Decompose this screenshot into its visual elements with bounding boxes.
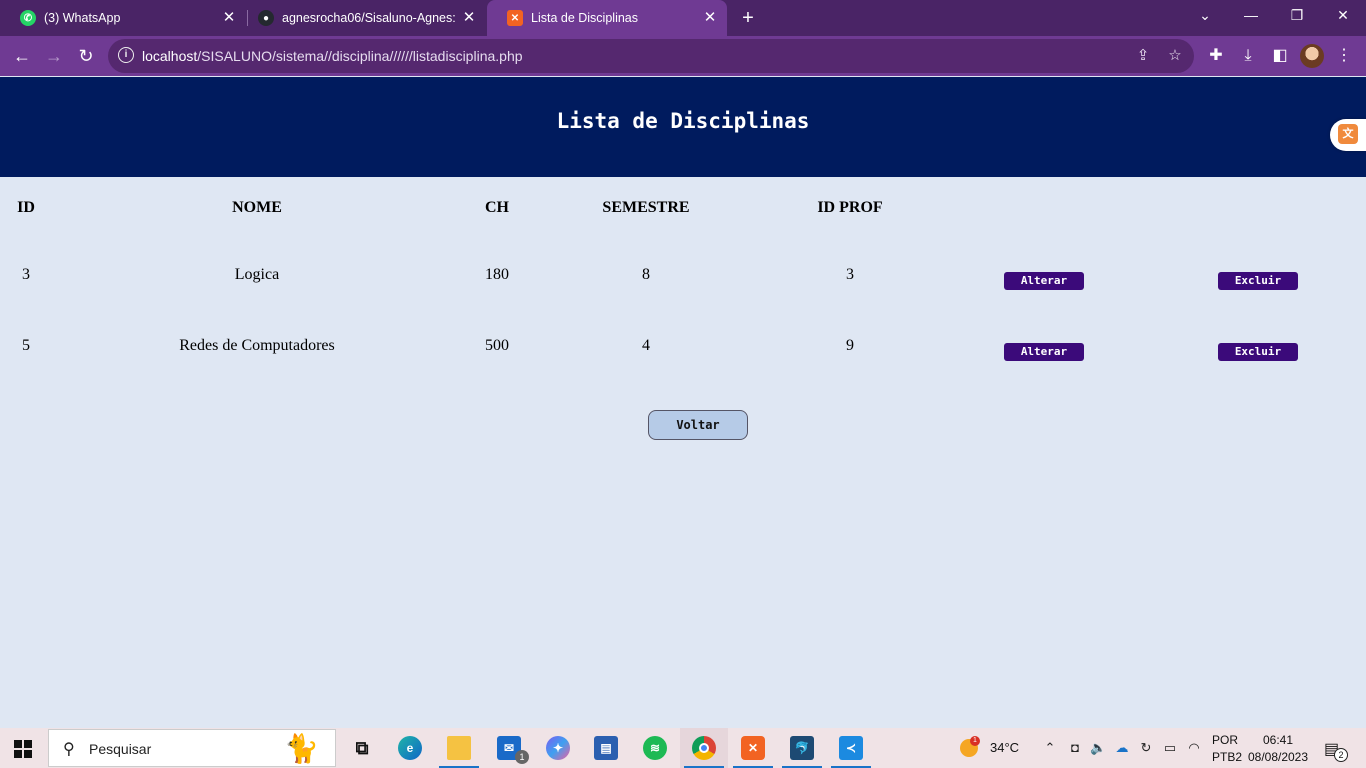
alterar-button[interactable]: Alterar [1004,272,1084,290]
weather-badge: 1 [970,736,980,746]
chevron-up-icon[interactable]: ⌃ [1042,740,1058,756]
chrome-icon[interactable] [680,728,728,768]
mail-badge: 1 [515,750,529,764]
news-app-icon[interactable]: ▤ [582,728,630,768]
search-icon: ⚲ [63,741,75,758]
language-code: POR [1212,733,1239,747]
browser-toolbar: ← → ↻ i localhost/SISALUNO/sistema//disc… [0,36,1366,76]
share-icon[interactable]: ⇪ [1134,47,1152,65]
bookmark-star-icon[interactable]: ☆ [1166,47,1184,65]
clock[interactable]: 06:41 08/08/2023 [1246,728,1310,768]
spotify-icon[interactable]: ≋ [631,728,679,768]
url-path: /SISALUNO/sistema//disciplina//////lista… [197,48,523,64]
windows-start-icon[interactable] [14,740,32,758]
table-cell-id: 3 [22,266,30,283]
translate-icon: 文 [1338,124,1358,144]
search-placeholder: Pesquisar [89,741,152,757]
meet-camera-icon[interactable]: ◘ [1067,740,1083,756]
volume-icon[interactable]: 🔈 [1090,740,1106,756]
profile-avatar[interactable] [1300,44,1324,68]
table-cell-semestre: 8 [642,266,650,283]
close-tab-icon[interactable]: ✕ [460,9,478,27]
voltar-button[interactable]: Voltar [648,410,748,440]
column-header-nome: NOME [232,199,282,216]
windows-taskbar: ⚲ Pesquisar 🐈 ⧉ e ✉ 1 ✦ ▤ ≋ ✕ 🐬 ≺ 1 34°C … [0,728,1366,768]
back-arrow-icon[interactable]: ← [10,44,34,68]
download-icon[interactable]: ⤓ [1236,44,1260,68]
tab-title: agnesrocha06/Sisaluno-Agnes: R [282,11,457,25]
table-cell-id: 5 [22,337,30,354]
xampp-icon: ✕ [507,10,523,26]
tab-lista-disciplinas[interactable]: ✕ Lista de Disciplinas ✕ [487,0,727,36]
column-header-semestre: SEMESTRE [602,199,690,216]
tab-title: Lista de Disciplinas [531,11,638,25]
table-cell-nome: Logica [234,266,280,283]
column-header-id-prof: ID PROF [817,199,883,216]
column-header-ch: CH [485,199,509,216]
cat-search-highlight-icon: 🐈 [284,733,319,764]
battery-icon[interactable]: ▭ [1162,740,1178,756]
extensions-puzzle-icon[interactable]: ✚ [1204,44,1228,68]
weather-temperature: 34°C [990,740,1020,755]
keyboard-layout: PTB2 [1212,750,1243,764]
notification-center[interactable]: ▤ 2 [1320,728,1350,768]
file-explorer-icon[interactable] [435,728,483,768]
tab-search-icon[interactable]: ⌄ [1182,0,1228,30]
new-tab-button[interactable]: + [736,6,760,30]
mysql-workbench-icon[interactable]: 🐬 [778,728,826,768]
tab-title: (3) WhatsApp [44,11,121,25]
clock-date: 08/08/2023 [1247,750,1309,764]
edge-icon[interactable]: e [386,728,434,768]
language-indicator[interactable]: POR PTB2 [1210,728,1250,768]
table-cell-id-prof: 9 [846,337,854,354]
xampp-taskbar-icon[interactable]: ✕ [729,728,777,768]
close-tab-icon[interactable]: ✕ [701,9,719,27]
vscode-icon[interactable]: ≺ [827,728,875,768]
excluir-button[interactable]: Excluir [1218,343,1298,361]
reload-icon[interactable]: ↻ [74,44,98,68]
task-view-icon[interactable]: ⧉ [338,728,386,768]
side-panel-icon[interactable]: ◧ [1268,44,1292,68]
url-host: localhost [142,48,198,64]
weather-widget[interactable]: 1 34°C [958,728,1028,768]
wifi-icon[interactable]: ◠ [1186,740,1202,756]
table-cell-id-prof: 3 [846,266,854,283]
translate-extension-badge[interactable]: 文 [1330,119,1366,151]
table-cell-semestre: 4 [642,337,650,354]
mail-icon[interactable]: ✉ 1 [485,728,533,768]
taskbar-search-input[interactable]: ⚲ Pesquisar 🐈 [48,729,336,767]
site-info-icon[interactable]: i [118,47,134,63]
copilot-icon[interactable]: ✦ [534,728,582,768]
notification-count: 2 [1334,748,1348,762]
table-cell-ch: 500 [485,337,509,354]
close-window-button[interactable]: ✕ [1320,0,1366,30]
excluir-button[interactable]: Excluir [1218,272,1298,290]
network-sync-icon[interactable]: ↻ [1138,740,1154,756]
restore-button[interactable]: ❐ [1274,0,1320,30]
menu-kebab-icon[interactable]: ⋮ [1332,44,1356,68]
address-bar[interactable]: i localhost/SISALUNO/sistema//disciplina… [108,39,1194,73]
github-icon: ● [258,10,274,26]
onedrive-cloud-icon[interactable]: ☁ [1114,740,1130,756]
tab-whatsapp[interactable]: ✆ (3) WhatsApp ✕ [0,0,246,36]
table-cell-nome: Redes de Computadores [179,337,335,354]
tab-github[interactable]: ● agnesrocha06/Sisaluno-Agnes: R ✕ [238,0,486,36]
forward-arrow-icon[interactable]: → [42,44,66,68]
browser-tab-strip: ✆ (3) WhatsApp ✕ ● agnesrocha06/Sisaluno… [0,0,1366,36]
page-title: Lista de Disciplinas [556,109,810,133]
close-tab-icon[interactable]: ✕ [220,9,238,27]
column-header-id: ID [17,199,35,216]
alterar-button[interactable]: Alterar [1004,343,1084,361]
page-header: Lista de Disciplinas [0,77,1366,177]
minimize-button[interactable]: — [1228,0,1274,30]
url-text: localhost/SISALUNO/sistema//disciplina//… [142,48,523,64]
whatsapp-icon: ✆ [20,10,36,26]
table-cell-ch: 180 [485,266,509,283]
clock-time: 06:41 [1262,733,1294,747]
